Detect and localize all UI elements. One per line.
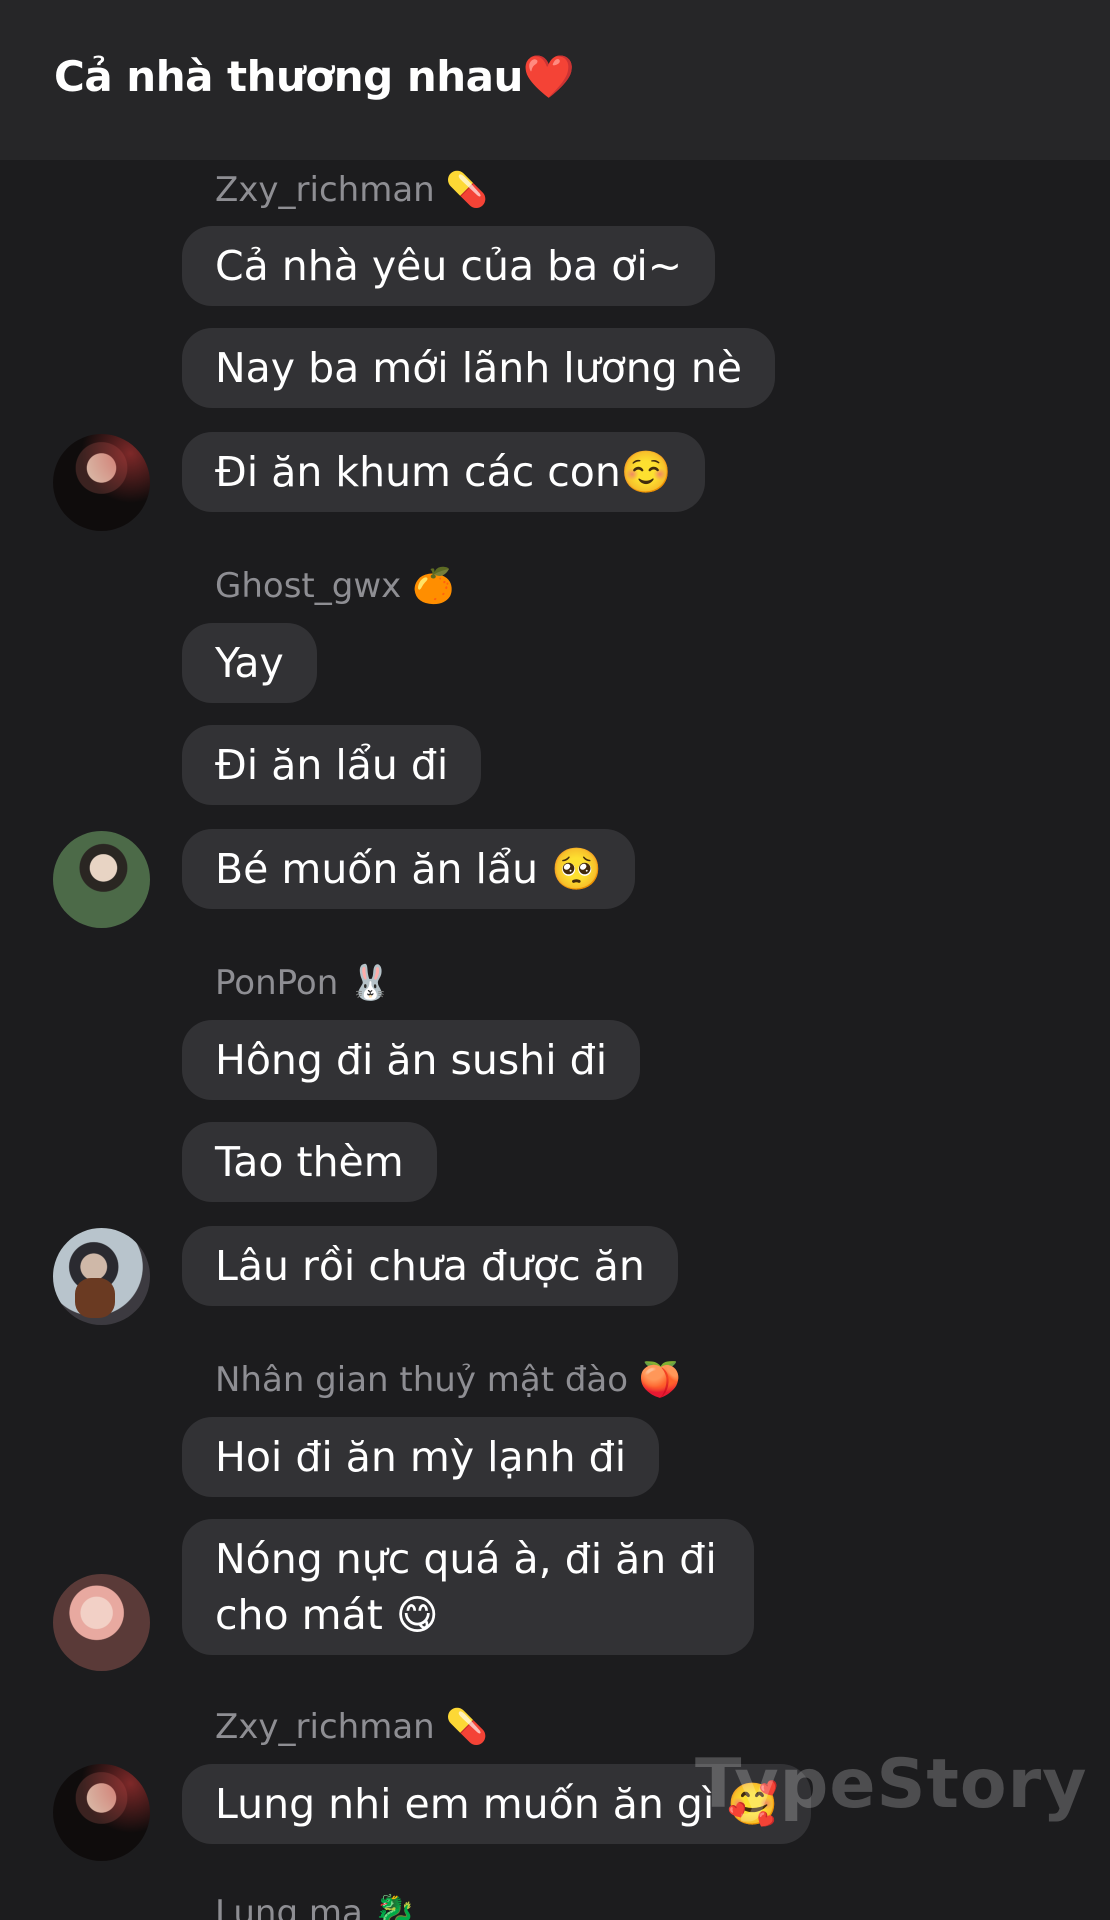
message-bubble[interactable]: Cả nhà yêu của ba ơi~ xyxy=(182,226,716,306)
message-bubble[interactable]: Yay xyxy=(182,623,317,703)
sender-name: Nhân gian thuỷ mật đào 🍑 xyxy=(215,1360,682,1400)
avatar[interactable] xyxy=(53,1228,150,1325)
sender-name: Zxy_richman 💊 xyxy=(215,170,488,210)
chat-header: Cả nhà thương nhau❤️ xyxy=(0,0,1110,160)
message-list[interactable]: Zxy_richman 💊 Cả nhà yêu của ba ơi~ Nay … xyxy=(0,160,1110,1920)
message-bubble[interactable]: Lâu rồi chưa được ăn xyxy=(182,1226,678,1306)
message-bubble[interactable]: Nay ba mới lãnh lương nè xyxy=(182,328,775,408)
sender-name: PonPon 🐰 xyxy=(215,963,392,1003)
avatar[interactable] xyxy=(53,1764,150,1861)
avatar[interactable] xyxy=(53,1574,150,1671)
message-bubble[interactable]: Tao thèm xyxy=(182,1122,437,1202)
avatar[interactable] xyxy=(53,831,150,928)
message-bubble[interactable]: Đi ăn khum các con☺️ xyxy=(182,432,705,512)
chat-title: Cả nhà thương nhau❤️ xyxy=(54,52,575,101)
avatar[interactable] xyxy=(53,434,150,531)
sender-name: Zxy_richman 💊 xyxy=(215,1707,488,1747)
watermark: TypeStory xyxy=(695,1745,1088,1824)
message-bubble[interactable]: Đi ăn lẩu đi xyxy=(182,725,482,805)
message-bubble[interactable]: Bé muốn ăn lẩu 🥺 xyxy=(182,829,636,909)
sender-name: Lung ma 🐉 xyxy=(215,1893,416,1920)
message-bubble[interactable]: Hoi đi ăn mỳ lạnh đi xyxy=(182,1417,660,1497)
sender-name: Ghost_gwx 🍊 xyxy=(215,566,455,606)
message-bubble[interactable]: Nóng nực quá à, đi ăn đi cho mát 😋 xyxy=(182,1519,754,1655)
message-bubble[interactable]: Hông đi ăn sushi đi xyxy=(182,1020,641,1100)
